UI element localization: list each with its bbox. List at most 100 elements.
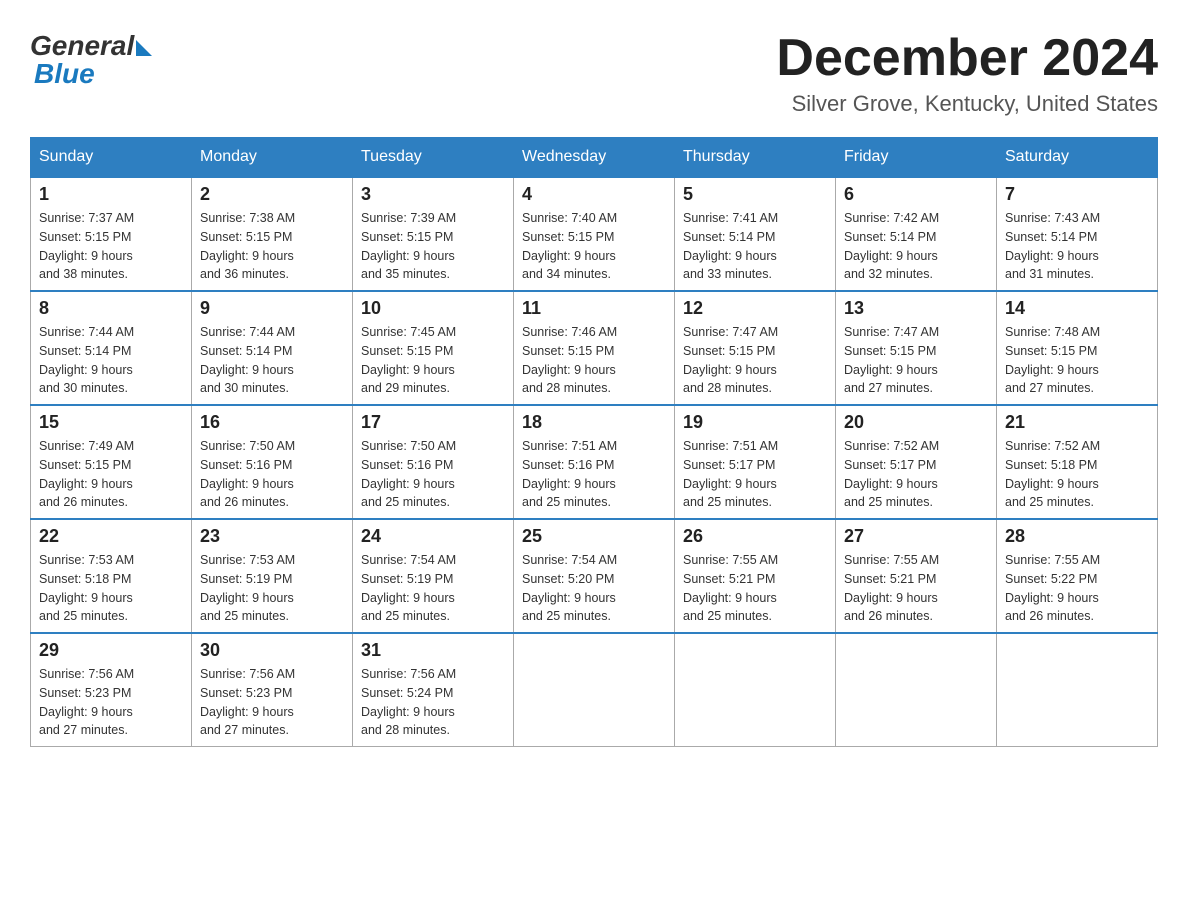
day-number: 25 — [522, 526, 666, 547]
calendar-day-cell: 2 Sunrise: 7:38 AM Sunset: 5:15 PM Dayli… — [192, 177, 353, 291]
day-of-week-header: Thursday — [675, 138, 836, 178]
empty-cell — [675, 633, 836, 747]
day-info: Sunrise: 7:41 AM Sunset: 5:14 PM Dayligh… — [683, 209, 827, 284]
day-info: Sunrise: 7:47 AM Sunset: 5:15 PM Dayligh… — [683, 323, 827, 398]
day-of-week-header: Friday — [836, 138, 997, 178]
day-info: Sunrise: 7:43 AM Sunset: 5:14 PM Dayligh… — [1005, 209, 1149, 284]
location-title: Silver Grove, Kentucky, United States — [776, 91, 1158, 117]
day-info: Sunrise: 7:56 AM Sunset: 5:23 PM Dayligh… — [39, 665, 183, 740]
day-number: 30 — [200, 640, 344, 661]
calendar-day-cell: 15 Sunrise: 7:49 AM Sunset: 5:15 PM Dayl… — [31, 405, 192, 519]
day-number: 24 — [361, 526, 505, 547]
day-info: Sunrise: 7:50 AM Sunset: 5:16 PM Dayligh… — [200, 437, 344, 512]
day-number: 14 — [1005, 298, 1149, 319]
calendar-day-cell: 11 Sunrise: 7:46 AM Sunset: 5:15 PM Dayl… — [514, 291, 675, 405]
day-number: 27 — [844, 526, 988, 547]
logo: General Blue — [30, 30, 152, 90]
day-number: 1 — [39, 184, 183, 205]
day-info: Sunrise: 7:55 AM Sunset: 5:21 PM Dayligh… — [844, 551, 988, 626]
day-info: Sunrise: 7:40 AM Sunset: 5:15 PM Dayligh… — [522, 209, 666, 284]
day-info: Sunrise: 7:53 AM Sunset: 5:18 PM Dayligh… — [39, 551, 183, 626]
day-number: 23 — [200, 526, 344, 547]
day-info: Sunrise: 7:54 AM Sunset: 5:20 PM Dayligh… — [522, 551, 666, 626]
day-number: 2 — [200, 184, 344, 205]
day-number: 6 — [844, 184, 988, 205]
day-info: Sunrise: 7:51 AM Sunset: 5:17 PM Dayligh… — [683, 437, 827, 512]
calendar-day-cell: 27 Sunrise: 7:55 AM Sunset: 5:21 PM Dayl… — [836, 519, 997, 633]
day-info: Sunrise: 7:44 AM Sunset: 5:14 PM Dayligh… — [200, 323, 344, 398]
day-number: 7 — [1005, 184, 1149, 205]
calendar-day-cell: 8 Sunrise: 7:44 AM Sunset: 5:14 PM Dayli… — [31, 291, 192, 405]
day-number: 21 — [1005, 412, 1149, 433]
day-info: Sunrise: 7:44 AM Sunset: 5:14 PM Dayligh… — [39, 323, 183, 398]
calendar-day-cell: 20 Sunrise: 7:52 AM Sunset: 5:17 PM Dayl… — [836, 405, 997, 519]
day-info: Sunrise: 7:52 AM Sunset: 5:17 PM Dayligh… — [844, 437, 988, 512]
calendar-day-cell: 1 Sunrise: 7:37 AM Sunset: 5:15 PM Dayli… — [31, 177, 192, 291]
day-info: Sunrise: 7:47 AM Sunset: 5:15 PM Dayligh… — [844, 323, 988, 398]
day-info: Sunrise: 7:52 AM Sunset: 5:18 PM Dayligh… — [1005, 437, 1149, 512]
calendar-day-cell: 23 Sunrise: 7:53 AM Sunset: 5:19 PM Dayl… — [192, 519, 353, 633]
day-info: Sunrise: 7:46 AM Sunset: 5:15 PM Dayligh… — [522, 323, 666, 398]
day-info: Sunrise: 7:49 AM Sunset: 5:15 PM Dayligh… — [39, 437, 183, 512]
title-section: December 2024 Silver Grove, Kentucky, Un… — [776, 30, 1158, 117]
day-info: Sunrise: 7:56 AM Sunset: 5:23 PM Dayligh… — [200, 665, 344, 740]
calendar-day-cell: 30 Sunrise: 7:56 AM Sunset: 5:23 PM Dayl… — [192, 633, 353, 747]
day-number: 13 — [844, 298, 988, 319]
day-info: Sunrise: 7:42 AM Sunset: 5:14 PM Dayligh… — [844, 209, 988, 284]
calendar-day-cell: 21 Sunrise: 7:52 AM Sunset: 5:18 PM Dayl… — [997, 405, 1158, 519]
day-info: Sunrise: 7:51 AM Sunset: 5:16 PM Dayligh… — [522, 437, 666, 512]
day-info: Sunrise: 7:55 AM Sunset: 5:22 PM Dayligh… — [1005, 551, 1149, 626]
empty-cell — [836, 633, 997, 747]
day-number: 17 — [361, 412, 505, 433]
day-of-week-header: Tuesday — [353, 138, 514, 178]
day-number: 11 — [522, 298, 666, 319]
day-of-week-header: Wednesday — [514, 138, 675, 178]
calendar-day-cell: 6 Sunrise: 7:42 AM Sunset: 5:14 PM Dayli… — [836, 177, 997, 291]
calendar-day-cell: 3 Sunrise: 7:39 AM Sunset: 5:15 PM Dayli… — [353, 177, 514, 291]
calendar-day-cell: 18 Sunrise: 7:51 AM Sunset: 5:16 PM Dayl… — [514, 405, 675, 519]
empty-cell — [997, 633, 1158, 747]
calendar-day-cell: 14 Sunrise: 7:48 AM Sunset: 5:15 PM Dayl… — [997, 291, 1158, 405]
day-number: 8 — [39, 298, 183, 319]
calendar-day-cell: 19 Sunrise: 7:51 AM Sunset: 5:17 PM Dayl… — [675, 405, 836, 519]
day-number: 20 — [844, 412, 988, 433]
day-number: 3 — [361, 184, 505, 205]
day-number: 29 — [39, 640, 183, 661]
calendar-day-cell: 4 Sunrise: 7:40 AM Sunset: 5:15 PM Dayli… — [514, 177, 675, 291]
calendar-day-cell: 16 Sunrise: 7:50 AM Sunset: 5:16 PM Dayl… — [192, 405, 353, 519]
day-info: Sunrise: 7:48 AM Sunset: 5:15 PM Dayligh… — [1005, 323, 1149, 398]
day-of-week-header: Sunday — [31, 138, 192, 178]
calendar-day-cell: 31 Sunrise: 7:56 AM Sunset: 5:24 PM Dayl… — [353, 633, 514, 747]
day-number: 4 — [522, 184, 666, 205]
day-of-week-header: Saturday — [997, 138, 1158, 178]
calendar-day-cell: 13 Sunrise: 7:47 AM Sunset: 5:15 PM Dayl… — [836, 291, 997, 405]
calendar-table: SundayMondayTuesdayWednesdayThursdayFrid… — [30, 137, 1158, 747]
logo-blue-text: Blue — [30, 58, 95, 90]
calendar-day-cell: 10 Sunrise: 7:45 AM Sunset: 5:15 PM Dayl… — [353, 291, 514, 405]
day-number: 28 — [1005, 526, 1149, 547]
day-number: 22 — [39, 526, 183, 547]
day-info: Sunrise: 7:45 AM Sunset: 5:15 PM Dayligh… — [361, 323, 505, 398]
day-info: Sunrise: 7:54 AM Sunset: 5:19 PM Dayligh… — [361, 551, 505, 626]
calendar-day-cell: 7 Sunrise: 7:43 AM Sunset: 5:14 PM Dayli… — [997, 177, 1158, 291]
calendar-day-cell: 17 Sunrise: 7:50 AM Sunset: 5:16 PM Dayl… — [353, 405, 514, 519]
day-number: 5 — [683, 184, 827, 205]
calendar-day-cell: 5 Sunrise: 7:41 AM Sunset: 5:14 PM Dayli… — [675, 177, 836, 291]
calendar-day-cell: 22 Sunrise: 7:53 AM Sunset: 5:18 PM Dayl… — [31, 519, 192, 633]
calendar-day-cell: 9 Sunrise: 7:44 AM Sunset: 5:14 PM Dayli… — [192, 291, 353, 405]
day-number: 26 — [683, 526, 827, 547]
day-info: Sunrise: 7:50 AM Sunset: 5:16 PM Dayligh… — [361, 437, 505, 512]
calendar-day-cell: 28 Sunrise: 7:55 AM Sunset: 5:22 PM Dayl… — [997, 519, 1158, 633]
logo-triangle-icon — [136, 40, 152, 56]
day-number: 10 — [361, 298, 505, 319]
calendar-day-cell: 24 Sunrise: 7:54 AM Sunset: 5:19 PM Dayl… — [353, 519, 514, 633]
day-number: 15 — [39, 412, 183, 433]
day-number: 12 — [683, 298, 827, 319]
calendar-day-cell: 29 Sunrise: 7:56 AM Sunset: 5:23 PM Dayl… — [31, 633, 192, 747]
day-number: 9 — [200, 298, 344, 319]
day-info: Sunrise: 7:56 AM Sunset: 5:24 PM Dayligh… — [361, 665, 505, 740]
calendar-day-cell: 26 Sunrise: 7:55 AM Sunset: 5:21 PM Dayl… — [675, 519, 836, 633]
day-number: 18 — [522, 412, 666, 433]
day-number: 16 — [200, 412, 344, 433]
empty-cell — [514, 633, 675, 747]
